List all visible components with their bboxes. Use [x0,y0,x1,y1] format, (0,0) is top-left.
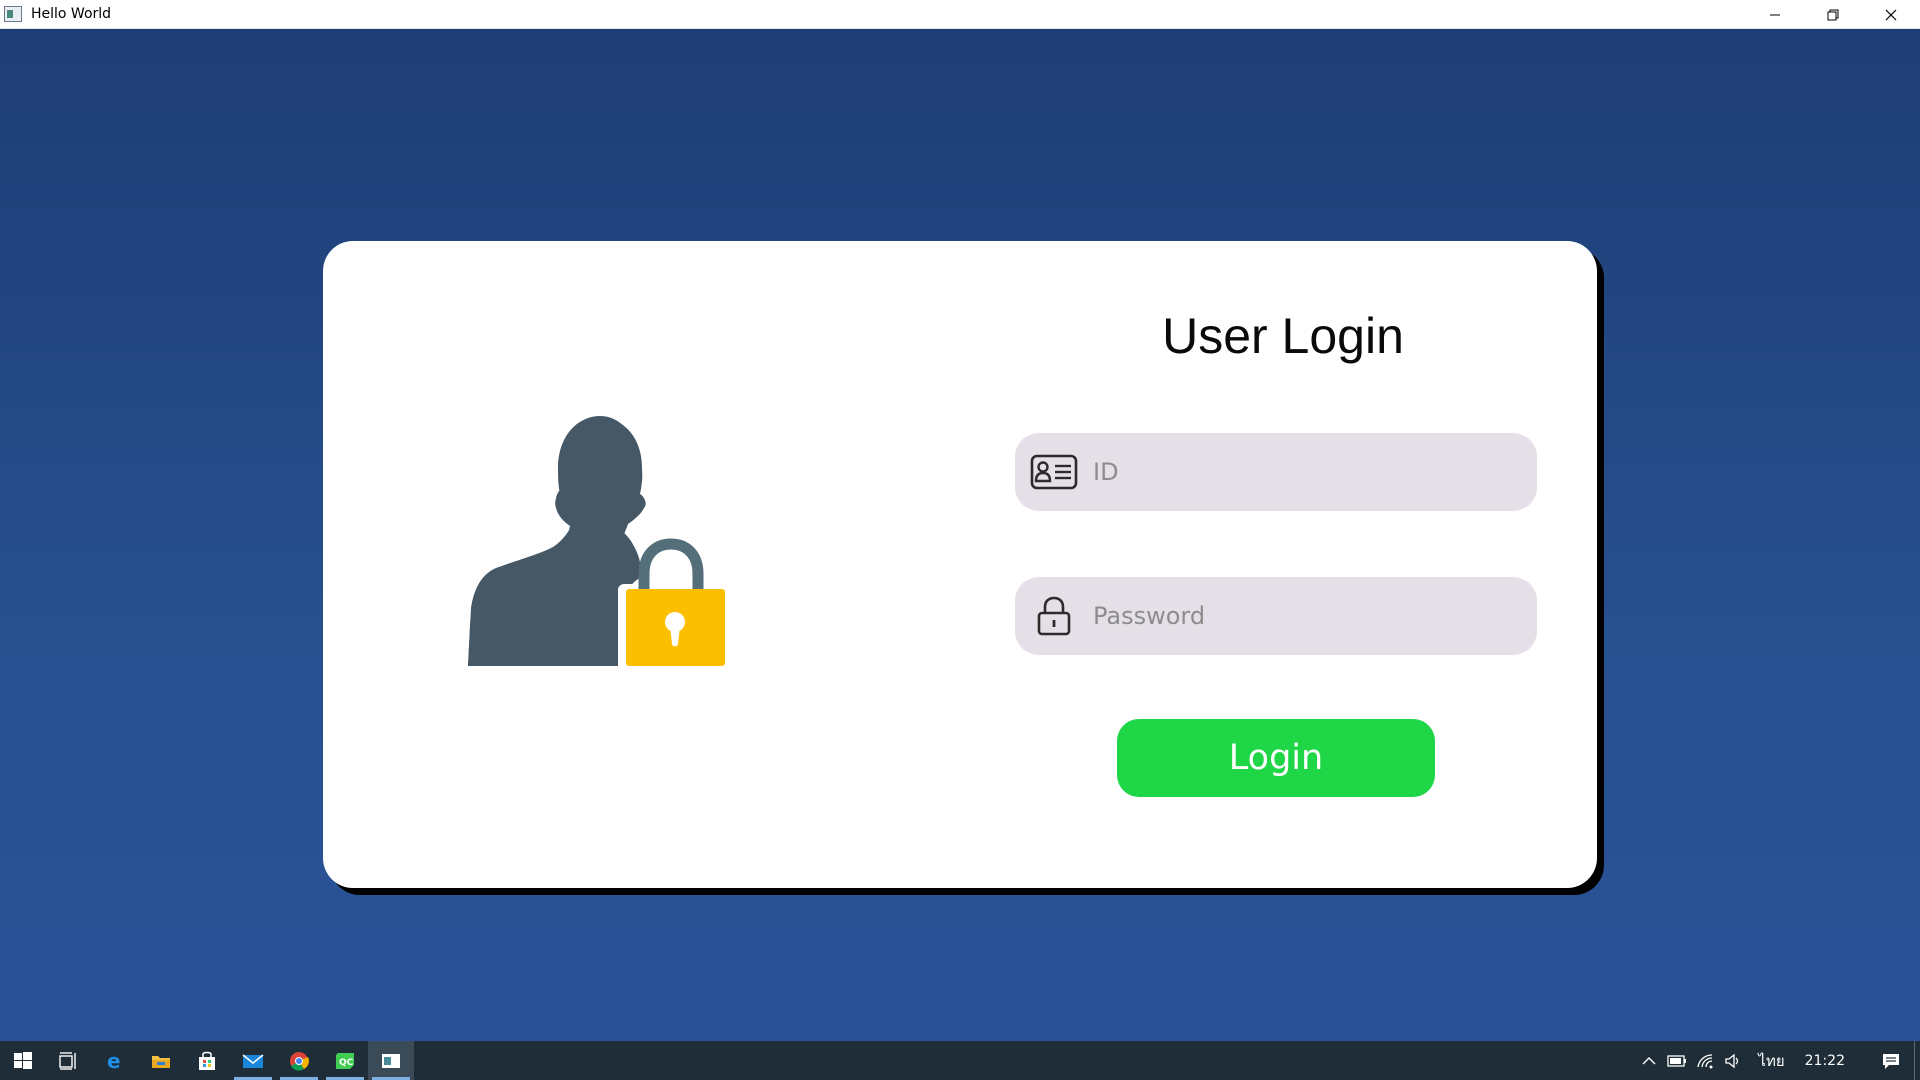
chrome-button[interactable] [276,1041,322,1080]
qt-creator-icon: QC [336,1052,354,1069]
task-view-icon [59,1051,76,1070]
svg-text:e: e [107,1050,121,1072]
close-button[interactable] [1862,0,1920,29]
lock-icon [1029,596,1079,636]
id-field[interactable] [1015,433,1537,511]
input-language[interactable]: ไทย [1755,1041,1787,1080]
mail-icon [242,1053,264,1068]
battery-button[interactable] [1663,1041,1691,1080]
hello-world-app-icon [382,1053,400,1068]
chevron-up-icon [1642,1056,1656,1064]
action-center-button[interactable] [1868,1041,1914,1080]
task-view-button[interactable] [46,1041,92,1080]
user-lock-icon [468,416,728,674]
volume-button[interactable] [1719,1041,1747,1080]
show-desktop-button[interactable] [1914,1041,1920,1080]
hello-world-app-button[interactable] [368,1041,414,1080]
store-icon [199,1051,215,1070]
start-button[interactable] [0,1041,46,1080]
taskbar: e QC ไทย 21:22 [0,1041,1920,1080]
password-field[interactable] [1015,577,1537,655]
store-button[interactable] [184,1041,230,1080]
system-tray: ไทย 21:22 [1635,1041,1920,1080]
login-card: User Login ID Login [323,241,1597,888]
chrome-icon [290,1051,309,1071]
file-explorer-icon [152,1055,170,1068]
minimize-icon [1770,14,1780,15]
wifi-icon [1697,1053,1713,1068]
qt-creator-button[interactable]: QC [322,1041,368,1080]
show-hidden-icons-button[interactable] [1635,1041,1663,1080]
volume-icon [1725,1053,1739,1068]
window-title: Hello World [31,6,112,22]
close-icon [1885,9,1897,20]
window-titlebar: Hello World [0,0,1920,29]
login-title: User Login [1162,308,1404,364]
app-canvas: User Login ID Login [0,29,1920,1041]
edge-icon: e [107,1050,121,1072]
battery-icon [1667,1054,1687,1067]
edge-button[interactable]: e [92,1041,138,1080]
id-input[interactable] [1093,442,1513,502]
svg-text:QC: QC [339,1058,354,1068]
mail-button[interactable] [230,1041,276,1080]
windows-start-icon [14,1051,32,1069]
notification-icon [1883,1053,1899,1069]
app-icon [4,6,22,22]
restore-icon [1827,9,1839,20]
clock[interactable]: 21:22 [1802,1041,1848,1080]
file-explorer-button[interactable] [138,1041,184,1080]
id-card-icon [1029,452,1079,492]
window-controls [1746,0,1920,29]
minimize-button[interactable] [1746,0,1804,29]
login-button[interactable]: Login [1117,719,1435,797]
password-input[interactable] [1093,586,1513,646]
restore-button[interactable] [1804,0,1862,29]
wifi-button[interactable] [1691,1041,1719,1080]
